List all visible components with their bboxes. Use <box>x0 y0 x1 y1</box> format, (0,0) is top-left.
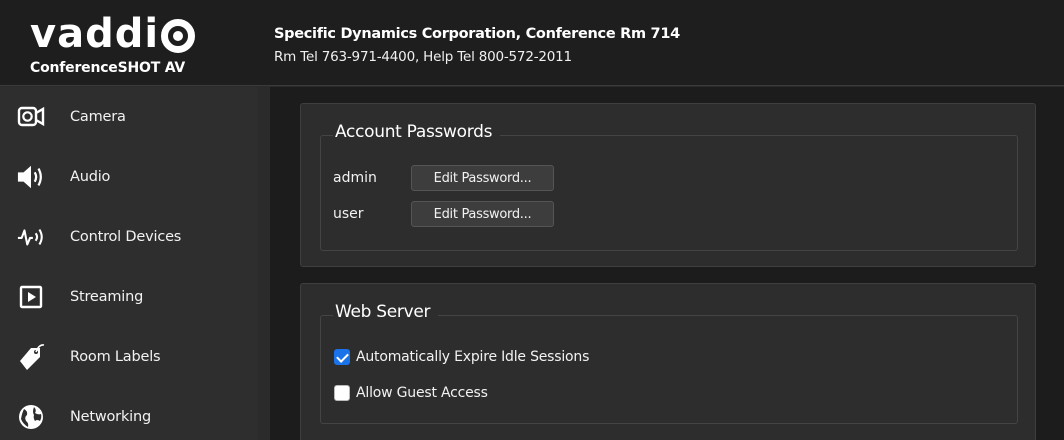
expire-idle-sessions-checkbox[interactable] <box>334 349 350 365</box>
room-title: Specific Dynamics Corporation, Conferenc… <box>274 26 680 42</box>
vaddio-logo[interactable]: vaddi <box>30 14 242 54</box>
admin-label: admin <box>333 170 377 186</box>
play-icon <box>17 283 45 311</box>
web-server-panel: Web Server Automatically Expire Idle Ses… <box>300 283 1036 440</box>
logo-wordmark: vaddi <box>30 11 160 57</box>
account-passwords-panel: Account Passwords admin Edit Password...… <box>300 103 1036 267</box>
product-name: ConferenceSHOT AV <box>30 60 186 76</box>
sidebar-item-label: Streaming <box>70 289 144 305</box>
sidebar-item-streaming[interactable]: Streaming <box>0 267 258 327</box>
sidebar-item-room-labels[interactable]: Room Labels <box>0 327 258 387</box>
sidebar-item-control-devices[interactable]: Control Devices <box>0 207 258 267</box>
web-server-fieldset: Web Server Automatically Expire Idle Ses… <box>320 302 1018 424</box>
account-passwords-fieldset: Account Passwords admin Edit Password...… <box>320 122 1018 251</box>
sidebar: Camera Audio Control Devices Streaming R… <box>0 87 258 440</box>
web-server-legend: Web Server <box>333 302 439 322</box>
allow-guest-access-checkbox[interactable] <box>334 385 350 401</box>
main-content: Account Passwords admin Edit Password...… <box>270 87 1064 440</box>
app-header: vaddi ConferenceSHOT AV Specific Dynamic… <box>0 0 1064 86</box>
tag-icon <box>17 343 45 371</box>
room-phone-info: Rm Tel 763-971-4400, Help Tel 800-572-20… <box>274 49 572 65</box>
user-password-row: user Edit Password... <box>333 201 554 227</box>
sidebar-item-label: Control Devices <box>70 229 182 245</box>
speaker-icon <box>17 163 45 191</box>
sidebar-item-camera[interactable]: Camera <box>0 87 258 147</box>
sidebar-item-networking[interactable]: Networking <box>0 387 258 440</box>
user-label: user <box>333 206 364 222</box>
globe-icon <box>17 403 45 431</box>
expire-idle-sessions-option[interactable]: Automatically Expire Idle Sessions <box>334 347 589 367</box>
sidebar-item-label: Audio <box>70 169 111 185</box>
user-edit-password-button[interactable]: Edit Password... <box>411 201 554 227</box>
allow-guest-access-label: Allow Guest Access <box>356 385 488 401</box>
expire-idle-sessions-label: Automatically Expire Idle Sessions <box>356 349 590 365</box>
logo-o-icon <box>161 19 196 53</box>
sidebar-item-audio[interactable]: Audio <box>0 147 258 207</box>
admin-password-row: admin Edit Password... <box>333 165 554 191</box>
account-passwords-legend: Account Passwords <box>333 122 501 142</box>
sidebar-item-label: Room Labels <box>70 349 161 365</box>
allow-guest-access-option[interactable]: Allow Guest Access <box>334 383 488 403</box>
sidebar-item-label: Networking <box>70 409 151 425</box>
admin-edit-password-button[interactable]: Edit Password... <box>411 165 554 191</box>
sidebar-item-label: Camera <box>70 109 126 125</box>
control-signal-icon <box>17 223 45 251</box>
camera-icon <box>17 103 45 131</box>
